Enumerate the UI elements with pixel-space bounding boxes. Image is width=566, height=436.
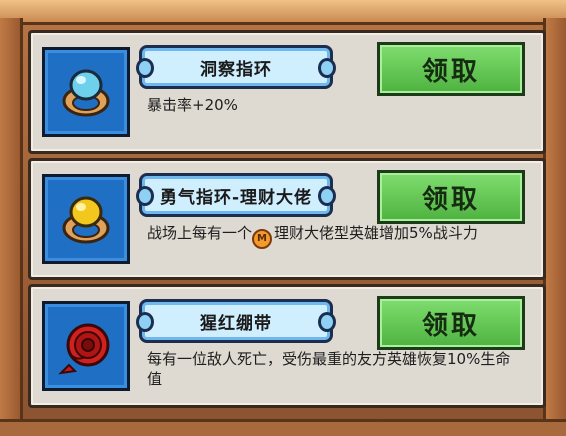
reward-title-banner: 猩红绷带 — [136, 299, 336, 343]
claim-button-label: 领取 — [421, 56, 480, 87]
blue-gem-ring-icon — [62, 69, 110, 117]
reward-title: 勇气指环-理财大佬 — [159, 187, 313, 208]
reward-card-courage-ring: 勇气指环-理财大佬 战场上每有一个 M 理财大佬型英雄增加5%战斗力 领取 — [28, 158, 546, 280]
claim-button[interactable]: 领取 — [377, 42, 525, 96]
frame-left-post — [0, 18, 23, 436]
item-icon-frame — [42, 47, 130, 137]
claim-button-label: 领取 — [421, 184, 480, 215]
tycoon-badge-icon: M — [252, 229, 273, 249]
reward-title: 洞察指环 — [200, 59, 272, 80]
reward-description: 战场上每有一个 M 理财大佬型英雄增加5%战斗力 — [147, 223, 517, 249]
frame-bottom-beam — [0, 419, 566, 436]
reward-title: 猩红绷带 — [200, 313, 272, 334]
reward-description: 每有一位敌人死亡，受伤最重的友方英雄恢复10%生命值 — [147, 350, 511, 388]
reward-title-banner: 勇气指环-理财大佬 — [136, 173, 336, 217]
reward-card-scarlet-bandage: 猩红绷带 每有一位敌人死亡，受伤最重的友方英雄恢复10%生命值 领取 — [28, 284, 546, 408]
reward-card-insight-ring: 洞察指环 暴击率+20% 领取 — [28, 30, 546, 154]
claim-button[interactable]: 领取 — [377, 170, 525, 224]
item-icon-frame — [42, 174, 130, 264]
reward-title-banner: 洞察指环 — [136, 45, 336, 89]
red-bandage-icon — [58, 323, 110, 375]
item-icon-frame — [42, 301, 130, 391]
yellow-gem-ring-icon — [62, 196, 110, 244]
reward-description: 暴击率+20% — [147, 96, 238, 114]
claim-button[interactable]: 领取 — [377, 296, 525, 350]
frame-top-beam — [0, 0, 566, 25]
claim-button-label: 领取 — [421, 310, 480, 341]
frame-right-post — [543, 18, 566, 436]
